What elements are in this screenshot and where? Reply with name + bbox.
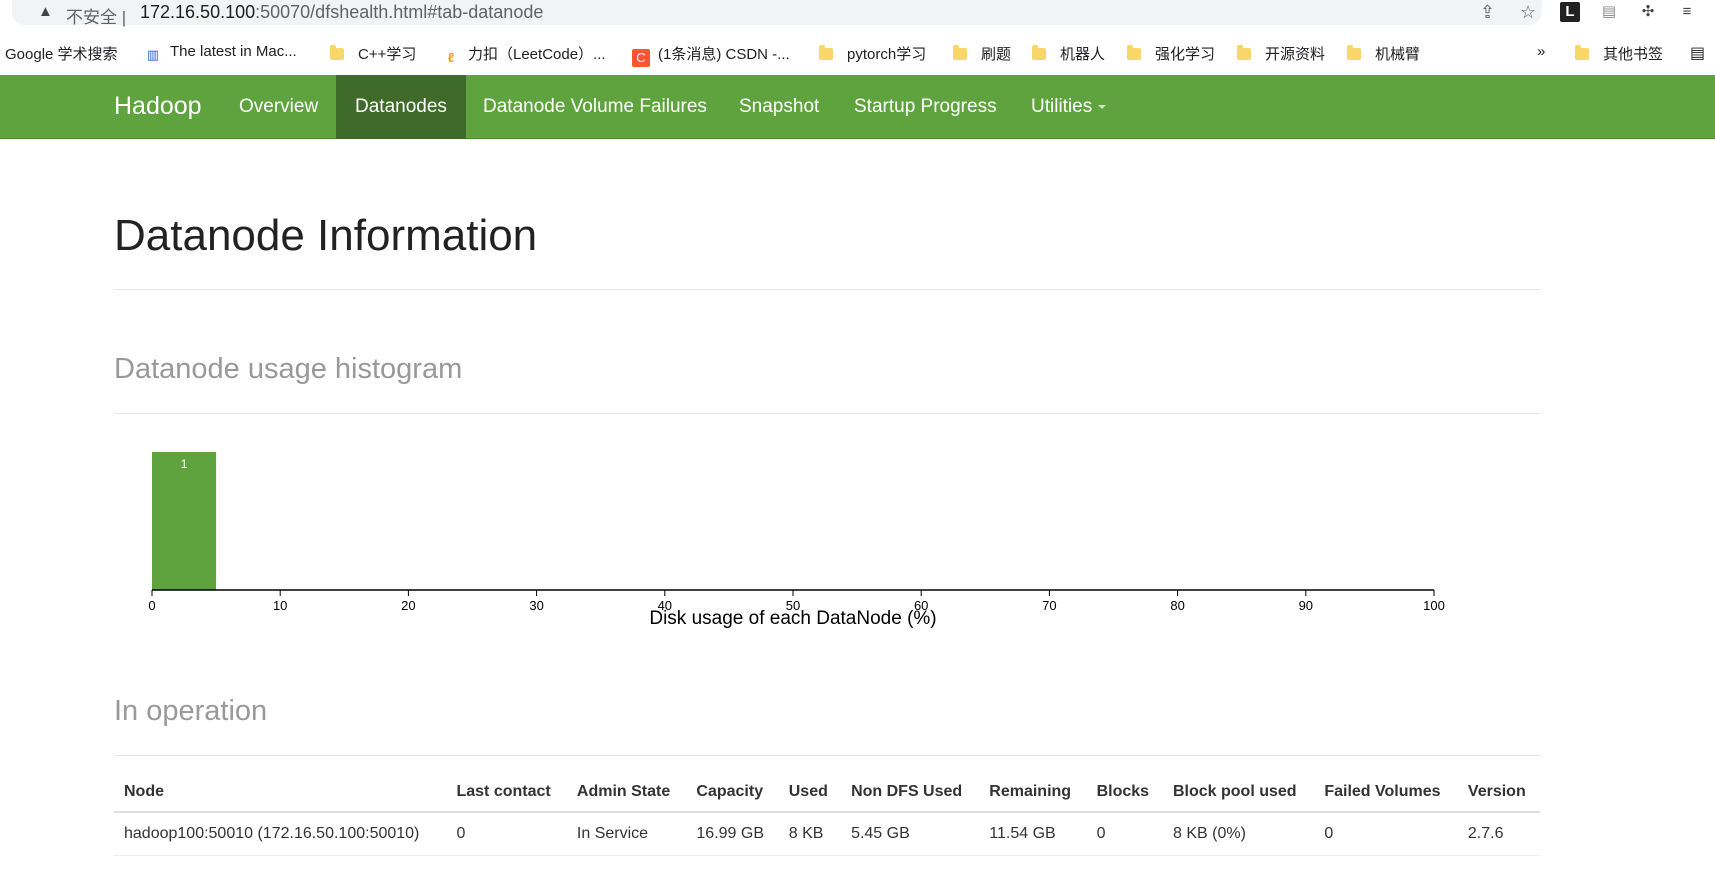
- nav-datanodes[interactable]: Datanodes: [336, 75, 466, 139]
- bookmark-other[interactable]: 其他书签: [1575, 43, 1663, 64]
- more-bookmarks-chevron-icon[interactable]: »: [1537, 43, 1545, 60]
- table-cell: 5.45 GB: [841, 812, 980, 856]
- column-header[interactable]: Remaining: [979, 775, 1087, 813]
- warning-icon[interactable]: ▲: [38, 3, 53, 20]
- insecure-label[interactable]: 不安全 |: [66, 3, 126, 28]
- table-row: hadoop100:50010 (172.16.50.100:50010) 0 In…: [114, 812, 1540, 856]
- hadoop-navbar: Hadoop Overview Datanodes Datanode Volum…: [0, 75, 1715, 139]
- divider: [114, 289, 1540, 290]
- column-header[interactable]: Version: [1457, 775, 1540, 813]
- table-cell: 16.99 GB: [686, 812, 779, 856]
- table-cell: 8 KB (0%): [1162, 812, 1315, 856]
- histogram-heading: Datanode usage histogram: [114, 353, 463, 385]
- x-tick-label: 100: [1423, 598, 1445, 613]
- bar-count-label: 1: [181, 457, 188, 471]
- table-cell: 0: [1314, 812, 1458, 856]
- column-header[interactable]: Block pool used: [1162, 775, 1315, 813]
- table-header-row: Node Last contact Admin State Capacity Used N…: [114, 775, 1540, 813]
- folder-icon: [953, 45, 967, 60]
- table-cell: 2.7.6: [1457, 812, 1540, 856]
- bookmark-open-source[interactable]: 开源资料: [1237, 43, 1325, 64]
- datanode-table: Node Last contact Admin State Capacity Used N…: [114, 775, 1540, 856]
- column-header[interactable]: Last contact: [446, 775, 567, 813]
- column-header[interactable]: Used: [778, 775, 842, 813]
- folder-icon: [1032, 45, 1046, 60]
- divider: [114, 755, 1540, 756]
- x-axis-label: Disk usage of each DataNode (%): [649, 608, 936, 629]
- table-cell: 0: [1086, 812, 1163, 856]
- nav-utilities-label: Utilities: [1031, 96, 1093, 117]
- url-text[interactable]: 172.16.50.100:50070/dfshealth.html#tab-d…: [140, 2, 543, 23]
- bookmark-rl[interactable]: 强化学习: [1127, 43, 1215, 64]
- omnibox[interactable]: ▲ 不安全 | 172.16.50.100:50070/dfshealth.ht…: [12, 0, 1542, 28]
- bookmark-cpp[interactable]: C++学习: [330, 43, 416, 64]
- share-icon[interactable]: ⇪: [1480, 2, 1495, 23]
- bookmark-google-scholar[interactable]: Google 学术搜索: [5, 43, 118, 64]
- histogram-bar: [152, 452, 217, 590]
- column-header[interactable]: Non DFS Used: [841, 775, 980, 813]
- column-header[interactable]: Admin State: [566, 775, 687, 813]
- nav-snapshot[interactable]: Snapshot: [720, 75, 838, 139]
- folder-icon: [1127, 45, 1141, 60]
- nav-datanode-volume-failures[interactable]: Datanode Volume Failures: [464, 75, 726, 139]
- leetcode-icon: ℓ: [447, 50, 455, 65]
- caret-down-icon: [1098, 105, 1107, 109]
- table-cell: 11.54 GB: [979, 812, 1087, 856]
- column-header[interactable]: Node: [114, 775, 447, 813]
- nav-startup-progress[interactable]: Startup Progress: [835, 75, 1016, 139]
- x-tick-label: 20: [401, 598, 415, 613]
- x-tick-label: 30: [529, 598, 543, 613]
- bookmark-star-icon[interactable]: ☆: [1520, 2, 1536, 23]
- bars-icon: ▥: [146, 47, 160, 62]
- x-tick-label: 0: [148, 598, 155, 613]
- divider: [114, 413, 1540, 414]
- folder-icon: [819, 45, 833, 60]
- reading-list-side-icon[interactable]: ▤: [1690, 43, 1705, 63]
- table-cell: 8 KB: [778, 812, 842, 856]
- document-icon[interactable]: ▤: [1599, 2, 1619, 22]
- table-cell: 0: [446, 812, 567, 856]
- reading-list-icon[interactable]: ≡: [1677, 2, 1697, 22]
- bookmark-robot[interactable]: 机器人: [1032, 43, 1105, 64]
- csdn-icon: C: [632, 49, 650, 67]
- nav-overview[interactable]: Overview: [220, 75, 337, 139]
- x-tick-label: 80: [1170, 598, 1184, 613]
- column-header[interactable]: Failed Volumes: [1314, 775, 1458, 813]
- folder-icon: [1575, 45, 1589, 60]
- bookmark-latest-in-mac[interactable]: ▥ The latest in Mac...: [144, 43, 297, 64]
- folder-icon: [330, 45, 344, 60]
- folder-icon: [1237, 45, 1251, 60]
- bookmarks-bar: Google 学术搜索 ▥ The latest in Mac... C++学习 …: [0, 36, 1715, 67]
- bookmark-shuati[interactable]: 刷题: [953, 43, 1011, 64]
- folder-icon: [1347, 45, 1361, 60]
- column-header[interactable]: Capacity: [686, 775, 779, 813]
- puzzle-extensions-icon[interactable]: ✣: [1638, 2, 1658, 22]
- x-tick-label: 10: [273, 598, 287, 613]
- table-cell: hadoop100:50010 (172.16.50.100:50010): [114, 812, 447, 856]
- browser-address-bar: ▲ 不安全 | 172.16.50.100:50070/dfshealth.ht…: [0, 0, 1715, 28]
- bookmark-csdn[interactable]: C (1条消息) CSDN -...: [632, 43, 790, 67]
- table-cell: In Service: [566, 812, 687, 856]
- bookmark-robot-arm[interactable]: 机械臂: [1347, 43, 1420, 64]
- usage-histogram-chart: 10 10 20 30 40 50 60 70 80 90 100Disk usage of eac…: [148, 452, 1445, 629]
- column-header[interactable]: Blocks: [1086, 775, 1163, 813]
- x-tick-label: 70: [1042, 598, 1056, 613]
- in-operation-heading: In operation: [114, 695, 268, 727]
- extension-l-icon[interactable]: L: [1560, 2, 1580, 22]
- x-tick-label: 90: [1299, 598, 1313, 613]
- page-title: Datanode Information: [114, 211, 538, 260]
- bookmark-leetcode[interactable]: ℓ 力扣（LeetCode）...: [442, 43, 606, 67]
- hadoop-brand-link[interactable]: Hadoop: [114, 92, 202, 121]
- bookmark-pytorch[interactable]: pytorch学习: [819, 43, 926, 64]
- nav-utilities-dropdown[interactable]: Utilities: [1012, 75, 1125, 139]
